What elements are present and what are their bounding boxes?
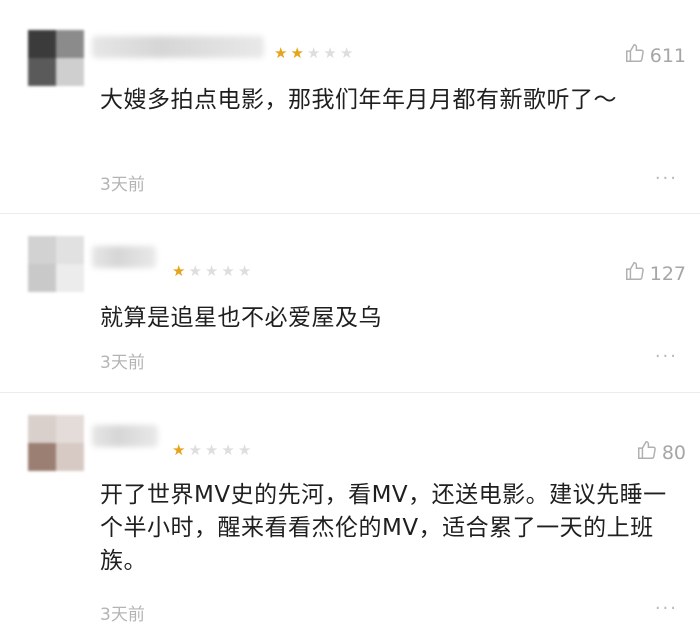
comment-text: 开了世界MV史的先河，看MV，还送电影。建议先睡一个半小时，醒来看看杰伦的MV，… xyxy=(100,482,667,574)
comment-item: ★ ★ ★ ★ ★ 127 就算是追星也不必爱屋及乌 3天前 ··· xyxy=(0,214,700,389)
star-icon: ★ xyxy=(172,262,186,280)
star-icon: ★ xyxy=(237,262,252,280)
more-dots-icon[interactable]: ··· xyxy=(655,346,678,367)
avatar[interactable] xyxy=(28,415,84,471)
comment-text: 大嫂多拍点电影，那我们年年月月都有新歌听了～ xyxy=(100,87,617,113)
like-count: 611 xyxy=(649,44,686,67)
rating-stars: ★ ★ ★ ★ ★ xyxy=(172,443,251,458)
comment-item: ★ ★ ★ ★ ★ 611 大嫂多拍点电影，那我们年年月月都有新歌听了～ 3天前 ··· xyxy=(0,0,700,210)
rating-stars: ★ ★ ★ ★ ★ xyxy=(274,46,353,61)
comment-time: 3天前 xyxy=(100,353,145,373)
like-count: 127 xyxy=(649,262,686,285)
comment-time: 3天前 xyxy=(100,175,145,195)
username-blurred[interactable] xyxy=(92,36,264,58)
like-count: 80 xyxy=(661,441,686,464)
star-icon: ★ xyxy=(339,44,354,62)
thumbs-up-icon xyxy=(624,260,646,287)
star-icon: ★ xyxy=(188,441,202,459)
star-icon: ★ xyxy=(172,441,186,459)
star-icon: ★ xyxy=(306,44,321,62)
thumbs-up-icon xyxy=(624,42,646,69)
star-icon: ★ xyxy=(204,441,219,459)
star-icon: ★ xyxy=(204,262,219,280)
rating-stars: ★ ★ ★ ★ ★ xyxy=(172,264,251,279)
star-icon: ★ xyxy=(290,44,304,62)
comment-item: ★ ★ ★ ★ ★ 80 开了世界MV史的先河，看MV，还送电影。建议先睡一个半小时，醒… xyxy=(0,393,700,633)
comment-time: 3天前 xyxy=(100,605,145,625)
star-icon: ★ xyxy=(221,441,235,459)
star-icon: ★ xyxy=(188,262,202,280)
star-icon: ★ xyxy=(274,44,288,62)
star-icon: ★ xyxy=(237,441,252,459)
thumbs-up-icon xyxy=(636,439,658,466)
avatar[interactable] xyxy=(28,30,84,86)
star-icon: ★ xyxy=(221,262,235,280)
like-button[interactable]: 611 xyxy=(624,42,686,69)
username-blurred[interactable] xyxy=(92,425,158,447)
username-blurred[interactable] xyxy=(92,246,156,268)
more-dots-icon[interactable]: ··· xyxy=(655,168,678,189)
like-button[interactable]: 127 xyxy=(624,260,686,287)
more-dots-icon[interactable]: ··· xyxy=(655,598,678,619)
like-button[interactable]: 80 xyxy=(636,439,686,466)
avatar[interactable] xyxy=(28,236,84,292)
star-icon: ★ xyxy=(323,44,337,62)
comment-text: 就算是追星也不必爱屋及乌 xyxy=(100,305,382,331)
